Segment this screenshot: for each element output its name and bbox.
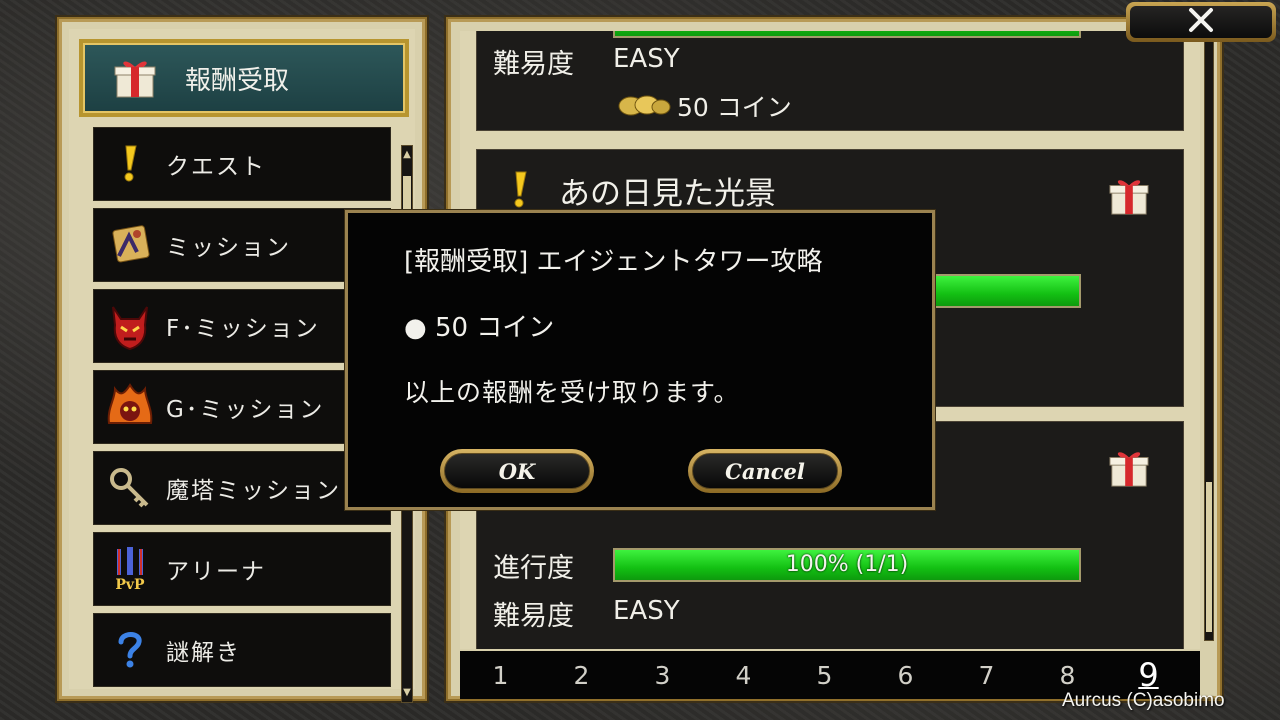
difficulty-label: 難易度 xyxy=(493,49,574,80)
ok-button[interactable]: OK xyxy=(440,449,594,493)
page-button-8[interactable]: 8 xyxy=(1027,661,1108,690)
difficulty-value: EASY xyxy=(613,44,680,74)
sidebar-item-riddle[interactable]: 謎解き xyxy=(93,613,391,687)
progress-bar: 100% (1/1) xyxy=(613,548,1081,582)
sidebar-item-arena[interactable]: PvP アリーナ xyxy=(93,532,391,606)
gift-icon[interactable] xyxy=(1107,176,1151,216)
sidebar-item-label: アリーナ xyxy=(166,559,266,585)
sidebar-item-label: 謎解き xyxy=(166,640,241,666)
page-button-3[interactable]: 3 xyxy=(622,661,703,690)
ok-button-label: OK xyxy=(444,453,590,489)
progress-label: 進行度 xyxy=(493,553,574,584)
difficulty-value: EASY xyxy=(613,596,680,626)
sidebar-item-label: G･ミッション xyxy=(166,397,325,423)
quest-title: あの日見た光景 xyxy=(559,176,776,212)
sidebar-item-label: F･ミッション xyxy=(166,316,320,342)
reward-claim-tab[interactable]: 報酬受取 xyxy=(79,39,409,117)
page-button-2[interactable]: 2 xyxy=(541,661,622,690)
quest-list-scroll-thumb[interactable] xyxy=(1206,482,1212,632)
page-button-7[interactable]: 7 xyxy=(946,661,1027,690)
close-button[interactable] xyxy=(1126,2,1276,42)
key-icon xyxy=(100,458,160,518)
quest-card[interactable]: 難易度 EASY 50 コイン xyxy=(476,31,1184,131)
progress-bar xyxy=(613,31,1081,38)
sidebar-item-label: ミッション xyxy=(166,235,291,261)
pvp-icon: PvP xyxy=(100,539,160,599)
demon-icon xyxy=(100,296,160,356)
coin-icon xyxy=(617,92,671,122)
difficulty-label: 難易度 xyxy=(493,601,574,632)
gift-icon xyxy=(113,57,157,99)
dialog-message: 以上の報酬を受け取ります。 xyxy=(404,378,740,407)
exclamation-icon xyxy=(505,170,535,214)
reward-confirm-dialog: [報酬受取] エイジェントタワー攻略 ● 50 コイン 以上の報酬を受け取ります… xyxy=(345,210,935,510)
page-button-9-current[interactable]: 9 xyxy=(1108,656,1189,694)
flame-beast-icon xyxy=(100,377,160,437)
page-button-6[interactable]: 6 xyxy=(865,661,946,690)
page-button-1[interactable]: 1 xyxy=(460,661,541,690)
sidebar-item-label: クエスト xyxy=(166,154,266,180)
dialog-reward-item: ● 50 コイン xyxy=(404,313,555,343)
copyright-text: Aurcus (C)asobimo xyxy=(1062,690,1225,711)
scroll-up-arrow-icon[interactable]: ▲ xyxy=(402,148,412,162)
page-button-4[interactable]: 4 xyxy=(703,661,784,690)
svg-text:PvP: PvP xyxy=(115,577,145,593)
gift-icon[interactable] xyxy=(1107,448,1151,488)
question-icon xyxy=(100,620,160,680)
reward-claim-tab-label: 報酬受取 xyxy=(185,65,290,96)
scroll-icon xyxy=(100,215,160,275)
scroll-down-arrow-icon[interactable]: ▼ xyxy=(402,686,412,700)
cancel-button[interactable]: Cancel xyxy=(688,449,842,493)
sidebar-item-label: 魔塔ミッション xyxy=(166,478,341,504)
progress-text: 100% (1/1) xyxy=(785,552,909,577)
quest-list-scrollbar[interactable] xyxy=(1204,41,1214,641)
page-button-5[interactable]: 5 xyxy=(784,661,865,690)
close-icon xyxy=(1188,7,1214,37)
dialog-title: [報酬受取] エイジェントタワー攻略 xyxy=(404,247,823,277)
reward-value: 50 コイン xyxy=(677,93,792,122)
sidebar-item-quest[interactable]: クエスト xyxy=(93,127,391,201)
cancel-button-label: Cancel xyxy=(692,453,838,489)
exclamation-icon xyxy=(100,134,160,194)
